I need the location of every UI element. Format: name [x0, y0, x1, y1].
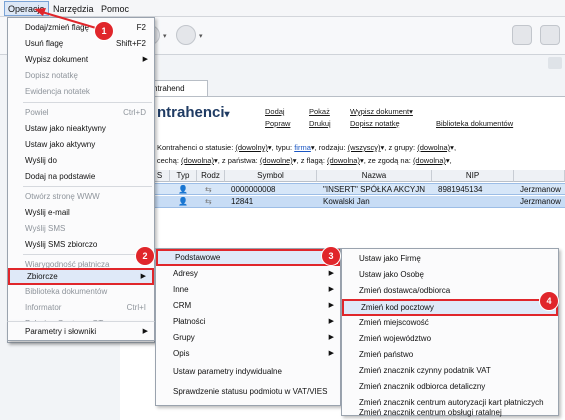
step-badge-2: 2 [136, 247, 154, 265]
annotation-arrow [34, 8, 97, 29]
step-badge-1: 1 [95, 22, 113, 40]
step-badge-3: 3 [322, 247, 340, 265]
step-badge-4: 4 [540, 292, 558, 310]
